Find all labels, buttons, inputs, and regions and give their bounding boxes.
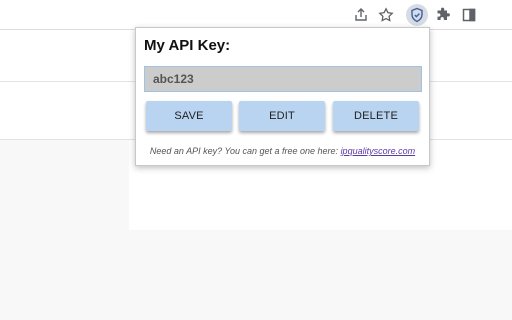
- edit-button[interactable]: EDIT: [239, 101, 325, 131]
- api-key-popup: My API Key: SAVE EDIT DELETE Need an API…: [135, 27, 430, 166]
- side-panel-icon[interactable]: [459, 5, 479, 25]
- share-icon[interactable]: [351, 5, 371, 25]
- puzzle-icon[interactable]: [433, 5, 453, 25]
- ipqualityscore-link[interactable]: ipqualityscore.com: [341, 146, 416, 156]
- browser-window: My API Key: SAVE EDIT DELETE Need an API…: [0, 0, 512, 320]
- popup-title: My API Key:: [144, 37, 231, 54]
- api-key-note: Need an API key? You can get a free one …: [136, 146, 429, 156]
- star-icon[interactable]: [376, 5, 396, 25]
- api-key-input[interactable]: [144, 66, 422, 92]
- save-button[interactable]: SAVE: [146, 101, 232, 131]
- extension-shield-icon[interactable]: [406, 4, 428, 26]
- delete-button[interactable]: DELETE: [333, 101, 419, 131]
- api-key-note-text: Need an API key? You can get a free one …: [149, 146, 339, 156]
- browser-toolbar: [0, 0, 512, 30]
